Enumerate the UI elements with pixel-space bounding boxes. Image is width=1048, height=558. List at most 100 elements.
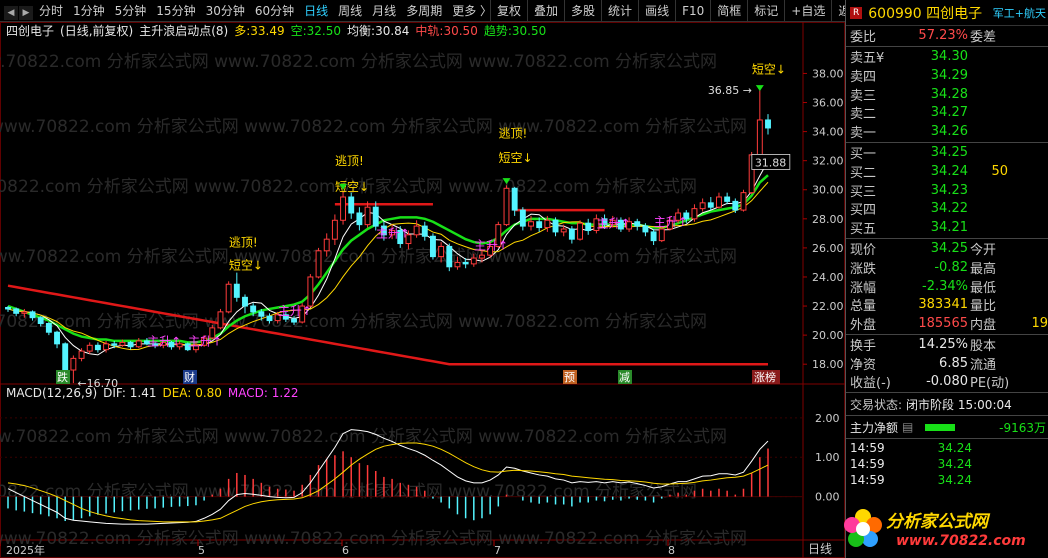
period-tab-5[interactable]: 60分钟 xyxy=(250,0,299,22)
candle-body xyxy=(707,202,714,208)
candle-body xyxy=(323,238,330,252)
stat-row: 现价 34.25 今开 xyxy=(846,240,1048,258)
legend-qushi-value: 30.50 xyxy=(511,24,547,38)
bids-label: 买一 xyxy=(850,147,877,163)
period-tab-3[interactable]: 15分钟 xyxy=(151,0,200,22)
candle xyxy=(315,247,322,279)
candle xyxy=(348,192,355,219)
tick-time: 14:59 xyxy=(850,441,885,456)
prev-arrow-icon[interactable]: ◀ xyxy=(4,5,18,20)
stat-label2: 最高 xyxy=(970,261,997,277)
watermark-text: www.70822.com 分析家公式网 www.70822.com 分析家公式… xyxy=(0,117,747,137)
period-tab-2[interactable]: 5分钟 xyxy=(110,0,152,22)
netflow-label: 主力净额 xyxy=(850,420,899,435)
watermark-text: www.70822.com 分析家公式网 www.70822.com 分析家公式… xyxy=(0,427,727,447)
main-rise-label: 主升↑ xyxy=(597,217,631,231)
candle xyxy=(511,186,518,216)
event-badge-cai: 财 xyxy=(184,370,195,384)
period-tab-1[interactable]: 1分钟 xyxy=(68,0,110,22)
period-tab-0[interactable]: 分时 xyxy=(34,0,68,22)
candle-body xyxy=(127,341,134,348)
legend-zhonggui-label: 中轨: xyxy=(415,24,444,38)
asks-label: 卖二 xyxy=(850,107,877,123)
toolbar-button-7[interactable]: 标记 xyxy=(747,0,784,22)
candle-body xyxy=(5,306,11,310)
period-tab-6[interactable]: 日线 xyxy=(299,0,333,22)
candle xyxy=(732,198,739,214)
stat-label2: 内盘 xyxy=(970,317,997,333)
tick-price: 34.24 xyxy=(937,473,972,488)
stat2-row: 净资 6.85 流通 xyxy=(846,354,1048,373)
period-tab-9[interactable]: 多周期 xyxy=(401,0,447,22)
toolbar-button-4[interactable]: 画线 xyxy=(638,0,675,22)
price-tick-label: 28.00 xyxy=(812,213,844,226)
short-sell-label: 短空↓ xyxy=(229,259,263,273)
candle xyxy=(650,228,657,245)
stat-value: -2.34% xyxy=(922,278,968,294)
stock-tag[interactable]: 军工+航天 xyxy=(993,5,1048,21)
candle xyxy=(519,207,526,231)
toolbar-button-1[interactable]: 叠加 xyxy=(527,0,564,22)
candle-body xyxy=(21,311,28,314)
quote-panel: R 600990 四创电子 军工+航天 委比 57.23% 委差 卖五¥ 34.3… xyxy=(845,0,1048,558)
candle xyxy=(86,342,93,355)
bids-row: 买二 34.24 50 xyxy=(846,162,1048,181)
candle-body xyxy=(650,231,657,242)
stat-row: 涨跌 -0.82 最高 xyxy=(846,258,1048,277)
netflow-value: -9163万 xyxy=(999,420,1046,435)
stock-code-name[interactable]: 600990 四创电子 xyxy=(868,3,982,23)
main-rise-label: 主升↑ xyxy=(376,227,410,241)
candle xyxy=(356,207,363,231)
asks-label: 卖一 xyxy=(850,125,877,141)
candle-body xyxy=(315,250,322,278)
toolbar-actions: 复权叠加多股统计画线F10简框标记+自选返回 xyxy=(490,0,868,22)
toolbar-button-2[interactable]: 多股 xyxy=(564,0,601,22)
bids-price: 34.25 xyxy=(930,145,968,161)
toolbar-button-5[interactable]: F10 xyxy=(675,0,710,22)
list-icon[interactable]: ▤ xyxy=(902,420,913,434)
main-rise-label: 主升↑ xyxy=(474,238,508,252)
watermark-text: www.70822.com 分析家公式网 www.70822.com 分析家公式… xyxy=(0,247,737,267)
candle-body xyxy=(29,311,36,319)
candle xyxy=(135,338,142,349)
tick-time: 14:59 xyxy=(850,457,885,472)
next-arrow-icon[interactable]: ▶ xyxy=(19,5,33,20)
main-rise-label: 主升↑ xyxy=(188,334,222,348)
macd-legend: MACD(12,26,9) DIF: 1.41 DEA: 0.80 MACD: … xyxy=(6,386,298,402)
candle xyxy=(233,272,240,302)
stat-row: 涨幅 -2.34% 最低 xyxy=(846,277,1048,296)
toolbar-button-6[interactable]: 简框 xyxy=(710,0,747,22)
candle-body xyxy=(732,200,739,211)
period-tab-7[interactable]: 周线 xyxy=(333,0,367,22)
toolbar-button-3[interactable]: 统计 xyxy=(601,0,638,22)
period-tab-4[interactable]: 30分钟 xyxy=(201,0,250,22)
candle-body xyxy=(94,344,101,351)
legend-duo-label: 多: xyxy=(234,24,251,38)
logo-url: www.70822.com xyxy=(896,533,1026,549)
trade-state-row: 交易状态: 闭市阶段 15:00:04 xyxy=(846,394,1048,414)
candle xyxy=(421,221,428,241)
candle xyxy=(217,308,224,330)
stat-label2: 量比 xyxy=(970,299,997,315)
netflow-row[interactable]: 主力净额 ▤ -9163万 xyxy=(846,417,1048,437)
kline-chart-area[interactable]: www.70822.com 分析家公式网 www.70822.com 分析家公式… xyxy=(0,22,845,558)
ask-list: 卖五¥ 34.30 卖四 34.29 卖三 34.28 卖二 34.27 卖一 34.26 xyxy=(846,48,1048,141)
candle xyxy=(756,90,763,158)
stat2-value: 6.85 xyxy=(939,355,968,371)
toolbar-button-0[interactable]: 复权 xyxy=(490,0,527,22)
stat2-label2: 股本 xyxy=(970,339,997,355)
candle-body xyxy=(258,311,265,317)
toolbar-button-8[interactable]: +自选 xyxy=(784,0,831,22)
kline-chart-svg[interactable]: www.70822.com 分析家公式网 www.70822.com 分析家公式… xyxy=(0,22,845,558)
period-tab-8[interactable]: 月线 xyxy=(367,0,401,22)
candle xyxy=(70,355,77,384)
candle-body xyxy=(560,228,567,233)
stock-header: R 600990 四创电子 军工+航天 xyxy=(846,0,1048,26)
weibi-label: 委比 xyxy=(850,29,877,45)
candle-body xyxy=(691,208,698,220)
candle-body xyxy=(462,261,469,265)
stat-row: 外盘 185565 内盘 19 xyxy=(846,314,1048,333)
candle xyxy=(54,330,60,349)
candle xyxy=(446,243,453,272)
site-logo: 分析家公式网 www.70822.com xyxy=(838,503,1048,558)
